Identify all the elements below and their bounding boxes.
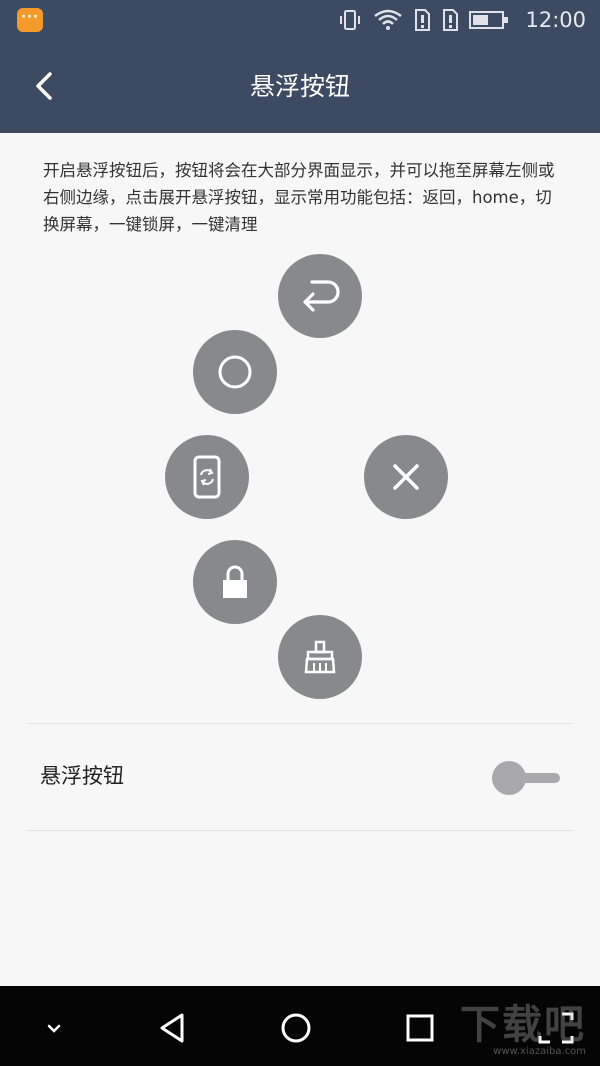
phone-rotate-icon xyxy=(193,455,221,499)
vibrate-icon xyxy=(340,10,361,30)
nav-home-button[interactable] xyxy=(276,1008,316,1048)
chevron-down-icon xyxy=(47,1024,61,1033)
app-notification-icon: ··· xyxy=(17,8,43,32)
page-title: 悬浮按钮 xyxy=(249,72,350,101)
floating-button-toggle[interactable] xyxy=(492,761,560,795)
status-icons: 12:00 xyxy=(337,7,586,33)
toggle-thumb xyxy=(492,761,526,795)
title-bar: 悬浮按钮 xyxy=(0,40,600,133)
return-arrow-icon xyxy=(303,280,340,312)
home-fab xyxy=(193,330,277,414)
recents-square-icon xyxy=(406,1014,434,1042)
clean-fab xyxy=(278,615,362,699)
wifi-icon xyxy=(374,9,403,30)
status-bar: ··· 12:00 xyxy=(0,0,600,40)
floating-button-setting-row[interactable]: 悬浮按钮 xyxy=(27,724,573,830)
watermark: 下载吧 www.xiazaiba.com xyxy=(460,1004,586,1058)
home-circle-icon xyxy=(281,1013,311,1043)
circle-home-icon xyxy=(218,355,252,389)
lock-fab xyxy=(193,540,277,624)
nav-back-button[interactable] xyxy=(152,1008,192,1048)
nav-recents-button[interactable] xyxy=(400,1008,440,1048)
sim-alert-icon xyxy=(415,9,431,31)
watermark-text: 下载吧 xyxy=(460,1002,586,1048)
sim-alert-icon-2 xyxy=(443,9,459,31)
back-triangle-icon xyxy=(160,1013,184,1043)
battery-icon xyxy=(469,11,509,29)
close-icon xyxy=(393,464,419,490)
status-time: 12:00 xyxy=(525,8,586,32)
hide-nav-button[interactable] xyxy=(34,1008,74,1048)
lock-icon xyxy=(223,565,247,598)
feature-description: 开启悬浮按钮后，按钮将会在大部分界面显示，并可以拖至屏幕左侧或右侧边缘，点击展开… xyxy=(43,161,555,234)
brush-icon xyxy=(304,640,336,674)
navigation-bar: 下载吧 www.xiazaiba.com xyxy=(0,986,600,1066)
setting-label: 悬浮按钮 xyxy=(40,764,124,788)
switch-screen-fab xyxy=(165,435,249,519)
back-fab xyxy=(278,254,362,338)
close-fab xyxy=(364,435,448,519)
divider-bottom xyxy=(27,830,573,831)
